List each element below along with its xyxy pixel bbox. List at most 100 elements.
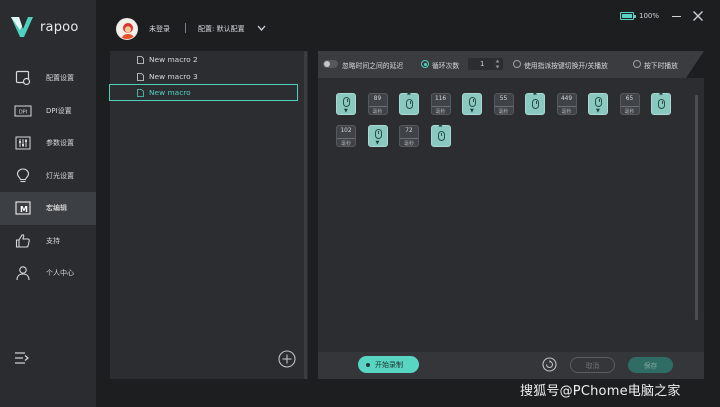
macro-list-item[interactable]: New macro 2: [110, 51, 298, 68]
sidebar-item-lighting[interactable]: 灯光设置: [0, 160, 96, 193]
mouse-down-step[interactable]: ▼: [462, 93, 482, 115]
mouse-icon: [532, 99, 539, 109]
mouse-icon: [406, 99, 413, 109]
mouse-up-step[interactable]: ▲: [430, 122, 451, 147]
macro-name: New macro 2: [149, 55, 198, 64]
delay-step[interactable]: 89 毫秒: [367, 93, 388, 115]
sidebar-nav: 配置设置 DPI DPI设置 参数设置 灯光设置 M 宏编辑 支持 个人中心: [0, 62, 96, 290]
add-macro-button[interactable]: [278, 350, 296, 368]
macro-list-scrollbar[interactable]: [304, 51, 307, 379]
svg-text:DPI: DPI: [19, 109, 27, 115]
delay-unit: 毫秒: [368, 106, 387, 115]
login-status[interactable]: 未登录: [149, 24, 170, 34]
delay-step[interactable]: 116 毫秒: [430, 93, 451, 115]
mouse-down-step[interactable]: ▼: [367, 125, 388, 147]
delay-step[interactable]: 65 毫秒: [619, 93, 640, 115]
svg-text:M: M: [20, 205, 28, 214]
mouse-icon: [658, 99, 665, 109]
delay-unit: 毫秒: [431, 106, 450, 115]
brand-name: rapoo: [40, 19, 79, 35]
arrow-up-icon: ▲: [438, 122, 443, 128]
sidebar-item-macro[interactable]: M 宏编辑: [0, 192, 96, 225]
mouse-down-step[interactable]: ▼: [336, 93, 356, 115]
loop-count-label: 循环次数: [432, 62, 460, 70]
stepper-arrows-icon[interactable]: [495, 59, 500, 69]
mouse-down-step[interactable]: ▼: [588, 93, 608, 115]
ignore-delay-toggle[interactable]: [323, 60, 338, 68]
close-icon[interactable]: [692, 10, 704, 22]
arrow-down-icon: ▼: [375, 140, 380, 146]
chevron-down-icon[interactable]: [257, 24, 266, 32]
macro-name: New macro 3: [149, 72, 198, 81]
arrow-up-icon: ▲: [533, 90, 537, 96]
mouse-icon: [437, 131, 445, 141]
macro-list-item[interactable]: New macro 3: [110, 68, 298, 85]
delay-unit: 毫秒: [400, 138, 418, 147]
macro-list-item-selected[interactable]: New macro: [109, 84, 298, 101]
save-button[interactable]: 保存: [628, 357, 673, 373]
hold-play-radio[interactable]: [633, 60, 641, 68]
delay-unit: 毫秒: [620, 106, 639, 115]
sidebar-item-label: 灯光设置: [46, 171, 74, 180]
dpi-icon: DPI: [14, 102, 32, 120]
arrow-up-icon: ▲: [659, 90, 663, 96]
delay-step[interactable]: 449 毫秒: [556, 93, 577, 115]
arrow-up-icon: ▲: [407, 90, 411, 96]
app-window: rapoo 配置设置 DPI DPI设置 参数设置 灯光设置 M 宏编辑 支持 …: [0, 0, 720, 407]
sidebar: rapoo 配置设置 DPI DPI设置 参数设置 灯光设置 M 宏编辑 支持 …: [0, 0, 96, 407]
sidebar-item-label: 支持: [46, 236, 60, 245]
start-recording-label: 开始录制: [375, 360, 403, 369]
refresh-icon[interactable]: [542, 357, 557, 372]
mouse-icon: [469, 97, 476, 107]
minimize-button[interactable]: [672, 16, 681, 18]
avatar[interactable]: [116, 18, 138, 40]
hold-play-label: 按下时播放: [644, 62, 678, 70]
sidebar-item-dpi[interactable]: DPI DPI设置: [0, 95, 96, 128]
toggle-play-label: 使用指派按键切换开/关播放: [524, 62, 608, 70]
macro-steps-scrollbar[interactable]: [695, 95, 698, 320]
sidebar-item-label: 个人中心: [46, 269, 74, 278]
document-icon: [137, 72, 144, 81]
sidebar-item-params[interactable]: 参数设置: [0, 127, 96, 160]
delay-unit: 毫秒: [337, 138, 355, 147]
delay-value: 89: [373, 96, 382, 102]
mouse-up-step[interactable]: ▲: [651, 90, 671, 115]
delay-step[interactable]: 55 毫秒: [493, 93, 514, 115]
rapoo-logo-icon: [11, 17, 33, 37]
delay-unit: 毫秒: [494, 106, 513, 115]
mouse-icon: [343, 97, 350, 107]
cancel-button[interactable]: 取消: [570, 357, 615, 373]
sidebar-item-config[interactable]: 配置设置: [0, 62, 96, 95]
record-dot-icon: [366, 362, 370, 367]
delay-step[interactable]: 72 毫秒: [399, 125, 419, 147]
delay-unit: 毫秒: [557, 106, 576, 115]
delay-value: 449: [560, 96, 573, 102]
battery-level: 100%: [639, 12, 660, 20]
mouse-up-step[interactable]: ▲: [525, 90, 545, 115]
arrow-down-icon: ▼: [596, 108, 600, 114]
battery-icon: [620, 12, 636, 20]
loop-count-value: 1: [480, 60, 485, 68]
macro-name: New macro: [149, 88, 191, 97]
mouse-icon: [595, 97, 602, 107]
sidebar-item-profile[interactable]: 个人中心: [0, 257, 96, 290]
mouse-icon: [374, 129, 382, 139]
macro-list: New macro 2 New macro 3 New macro: [109, 51, 308, 379]
toggle-play-radio[interactable]: [513, 60, 521, 68]
save-label: 保存: [643, 362, 658, 370]
sidebar-item-support[interactable]: 支持: [0, 225, 96, 258]
macro-steps-area: ▼ 89 毫秒 ▲ 116 毫秒 ▼ 55 毫秒 ▲ 449 毫秒 ▼ 65 毫秒 ▲ 102 毫秒 ▼ 72 毫秒 ▲: [336, 90, 692, 323]
mouse-up-step[interactable]: ▲: [399, 90, 419, 115]
macro-icon: M: [14, 199, 32, 217]
macro-editor: 忽略时间之间的延迟 循环次数 1 使用指派按键切换开/关播放 按下时播放 ▼ 89…: [318, 51, 704, 379]
delay-value: 72: [405, 128, 413, 134]
document-icon: [137, 55, 144, 64]
config-selector[interactable]: 配置: 默认配置: [198, 24, 245, 34]
ignore-delay-label: 忽略时间之间的延迟: [342, 62, 404, 70]
sidebar-item-label: 配置设置: [46, 74, 74, 83]
start-recording-button[interactable]: 开始录制: [358, 356, 419, 373]
delay-value: 55: [499, 96, 508, 102]
delay-step[interactable]: 102 毫秒: [336, 125, 356, 147]
menu-collapse-icon[interactable]: [14, 350, 30, 366]
loop-count-radio[interactable]: [421, 60, 429, 68]
